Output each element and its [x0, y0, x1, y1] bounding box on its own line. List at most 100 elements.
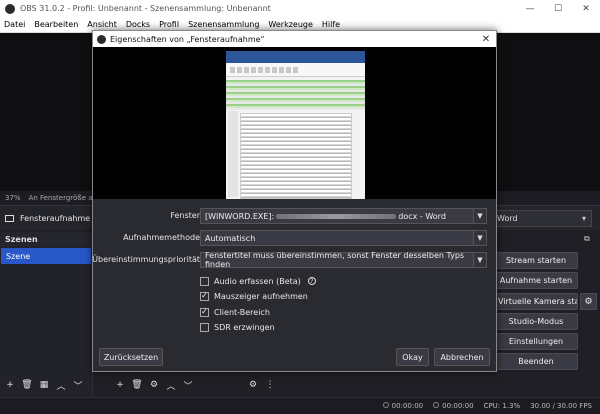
start-recording-button[interactable]: Aufnahme starten: [494, 272, 578, 289]
window-row: Fenster [WINWORD.EXE]: docx - Word ▼: [93, 208, 496, 226]
chevron-down-icon: ▼: [473, 253, 486, 267]
client-area-label: Client-Bereich: [214, 307, 270, 317]
window-label: Fenster: [170, 211, 200, 220]
match-priority-label: Übereinstimmungspriorität: [92, 255, 200, 264]
capture-cursor-checkbox[interactable]: ✓ Mauszeiger aufnehmen: [200, 290, 308, 302]
stream-status: 00:00:00: [433, 402, 474, 410]
window-quick-select[interactable]: Word: [492, 210, 592, 227]
dialog-close-icon[interactable]: ✕: [476, 34, 496, 45]
checkbox-checked-icon: ✓: [200, 291, 209, 301]
move-up-icon[interactable]: ︿: [54, 378, 68, 392]
fps-readout: 30.00 / 30.00 FPS: [530, 402, 592, 410]
remove-scene-icon[interactable]: 🗑: [20, 378, 34, 392]
capture-audio-checkbox[interactable]: Audio erfassen (Beta) ?: [200, 275, 316, 287]
zoom-level: 37%: [5, 194, 21, 202]
force-sdr-label: SDR erzwingen: [214, 322, 275, 332]
ok-button[interactable]: Okay: [396, 348, 429, 366]
add-scene-icon[interactable]: +: [3, 378, 17, 392]
redacted-filename: [276, 213, 397, 219]
stream-time: 00:00:00: [442, 402, 474, 410]
word-nav-pane: [228, 111, 238, 197]
recording-dot-icon: [382, 402, 389, 408]
dialog-title: Eigenschaften von „Fensteraufnahme“: [110, 34, 265, 44]
cancel-button[interactable]: Abbrechen: [434, 348, 490, 366]
menu-bearbeiten[interactable]: Bearbeiten: [34, 20, 78, 29]
scenes-toolbar: + 🗑 ▦ ︿ ﹀: [0, 376, 85, 394]
recording-status: 00:00:00: [382, 402, 424, 410]
window-value-prefix: [WINWORD.EXE]:: [205, 211, 275, 221]
stream-dot-icon: [433, 402, 440, 408]
close-icon[interactable]: ✕: [572, 0, 600, 17]
selected-source: Fensteraufnahme: [5, 214, 90, 223]
checkbox-icon: [200, 322, 209, 332]
cpu-usage: CPU: 1.3%: [483, 402, 521, 410]
obs-logo-icon: [97, 34, 106, 44]
dialog-title-bar: Eigenschaften von „Fensteraufnahme“ ✕: [93, 31, 496, 47]
help-icon[interactable]: ?: [307, 277, 316, 285]
menu-hilfe[interactable]: Hilfe: [322, 20, 340, 29]
obs-logo-icon: [5, 3, 15, 14]
menu-datei[interactable]: Datei: [4, 20, 25, 29]
source-down-icon[interactable]: ﹀: [181, 378, 195, 392]
source-up-icon[interactable]: ︿: [164, 378, 178, 392]
dock-float-icon[interactable]: ⧉: [584, 234, 596, 244]
properties-dialog: Eigenschaften von „Fensteraufnahme“ ✕ Fe…: [92, 30, 497, 372]
checkbox-checked-icon: ✓: [200, 307, 209, 317]
mixer-settings-icon[interactable]: ⚙: [246, 378, 260, 392]
recording-time: 00:00:00: [391, 402, 424, 410]
force-sdr-checkbox[interactable]: SDR erzwingen: [200, 321, 275, 333]
source-preview: [93, 47, 496, 199]
capture-audio-label: Audio erfassen (Beta): [214, 276, 301, 286]
source-name: Fensteraufnahme: [20, 213, 91, 223]
settings-button[interactable]: Einstellungen: [494, 333, 578, 350]
checkbox-icon: [200, 276, 209, 286]
maximize-icon[interactable]: ☐: [544, 0, 572, 17]
move-down-icon[interactable]: ﹀: [71, 378, 85, 392]
status-bar: 00:00:00 00:00:00 CPU: 1.3% 30.00 / 30.0…: [0, 397, 600, 414]
start-virtual-camera-button[interactable]: Virtuelle Kamera starten: [494, 293, 578, 310]
highlighted-lines: [226, 80, 365, 110]
start-stream-button[interactable]: Stream starten: [494, 252, 578, 269]
menu-profil[interactable]: Profil: [159, 20, 179, 29]
studio-mode-button[interactable]: Studio-Modus: [494, 313, 578, 330]
scenes-header: Szenen: [0, 232, 92, 246]
reset-button[interactable]: Zurücksetzen: [99, 348, 163, 366]
window-select[interactable]: [WINWORD.EXE]: docx - Word ▼: [200, 208, 487, 224]
more-options-icon[interactable]: ⋮: [263, 378, 277, 392]
capture-method-select[interactable]: Automatisch ▼: [200, 230, 487, 246]
capture-cursor-label: Mauszeiger aufnehmen: [214, 291, 308, 301]
match-priority-row: Übereinstimmungspriorität Fenstertitel m…: [92, 251, 496, 270]
filter-icon[interactable]: ▦: [37, 378, 51, 392]
source-settings-icon[interactable]: ⚙: [147, 378, 161, 392]
sources-toolbar: + 🗑 ⚙ ︿ ﹀: [110, 376, 195, 394]
window-capture-icon: [5, 214, 14, 222]
capture-method-label: Aufnahmemethode: [123, 233, 200, 242]
minimize-icon[interactable]: —: [516, 0, 544, 17]
client-area-checkbox[interactable]: ✓ Client-Bereich: [200, 306, 270, 318]
remove-source-icon[interactable]: 🗑: [130, 378, 144, 392]
mixer-toolbar: ⚙ ⋮: [243, 376, 277, 394]
chevron-down-icon: ▼: [473, 209, 486, 223]
word-ribbon: [226, 63, 365, 77]
menu-werkzeuge[interactable]: Werkzeuge: [268, 20, 312, 29]
add-source-icon[interactable]: +: [113, 378, 127, 392]
capture-method-value: Automatisch: [205, 233, 256, 243]
menu-szenensammlung[interactable]: Szenensammlung: [188, 20, 259, 29]
scene-item[interactable]: Szene: [1, 248, 91, 264]
match-priority-value: Fenstertitel muss übereinstimmen, sonst …: [205, 251, 465, 269]
match-priority-select[interactable]: Fenstertitel muss übereinstimmen, sonst …: [200, 251, 487, 269]
controls-dock: ⧉ Stream starten Aufnahme starten Virtue…: [492, 232, 600, 397]
window-value-suffix: docx - Word: [398, 211, 446, 221]
virtual-camera-settings-icon[interactable]: ⚙: [580, 293, 597, 310]
word-document-page: [240, 113, 352, 199]
window-title: OBS 31.0.2 - Profil: Unbenannt - Szenens…: [20, 4, 271, 13]
menu-docks[interactable]: Docks: [126, 20, 150, 29]
menu-ansicht[interactable]: Ansicht: [87, 20, 117, 29]
main-title-bar: OBS 31.0.2 - Profil: Unbenannt - Szenens…: [0, 0, 600, 17]
scenes-dock: Szenen Szene: [0, 232, 93, 397]
chevron-down-icon: ▼: [473, 231, 486, 245]
word-title-strip: [226, 51, 365, 63]
word-window-thumbnail: [226, 51, 365, 199]
capture-method-row: Aufnahmemethode Automatisch ▼: [93, 230, 496, 248]
exit-button[interactable]: Beenden: [494, 353, 578, 370]
